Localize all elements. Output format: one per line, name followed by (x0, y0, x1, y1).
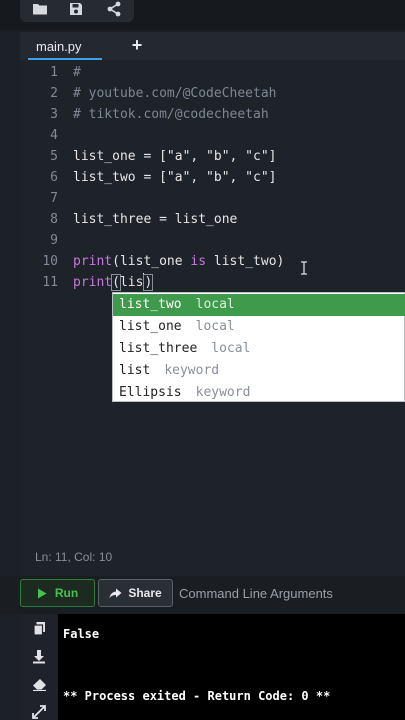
suggestion-type: local (195, 319, 235, 334)
cursor-position-status: Ln: 11, Col: 10 (35, 550, 113, 564)
code-text: (list_one (112, 254, 191, 269)
console-exit-line: ** Process exited - Return Code: 0 ** (63, 689, 331, 703)
line-number: 4 (50, 128, 58, 143)
autocomplete-item[interactable]: list keyword (113, 360, 405, 382)
line-number: 1 (50, 65, 58, 80)
line-number-gutter: 1 2 3 4 5 6 7 8 9 10 11 (20, 60, 64, 575)
add-tab-button[interactable]: + (128, 35, 146, 55)
code-line: list_one = ["a", "b", "c"] (73, 149, 277, 164)
code-line: list_three = list_one (73, 212, 238, 227)
command-line-arguments-input[interactable] (177, 580, 405, 606)
open-paren: ( (111, 274, 121, 291)
code-line-comment: # (73, 65, 81, 80)
run-label: Run (54, 586, 79, 600)
line-number: 8 (50, 212, 58, 227)
suggestion-name: list (119, 363, 151, 378)
run-button[interactable]: Run (20, 579, 95, 607)
line-number: 10 (42, 254, 58, 269)
share-button[interactable]: Share (98, 579, 173, 607)
close-paren: ) (143, 274, 154, 291)
suggestion-name: Ellipsis (119, 385, 182, 400)
top-toolbar (0, 0, 405, 30)
code-line-comment: # youtube.com/@CodeCheetah (73, 86, 277, 101)
console-side-toolbar (20, 614, 58, 720)
line-number: 11 (42, 275, 58, 290)
typed-text: lis (119, 275, 144, 290)
suggestion-type: keyword (195, 385, 251, 400)
autocomplete-item[interactable]: list_two local (113, 294, 405, 316)
line-number: 6 (50, 170, 58, 185)
autocomplete-popup[interactable]: list_two local list_one local list_three lo… (112, 292, 405, 402)
code-line-current: print(lis) (73, 272, 154, 293)
suggestion-name: list_two (119, 297, 182, 312)
action-bar: Run Share (0, 576, 405, 614)
i-beam-cursor-icon (299, 260, 309, 275)
is-keyword: is (190, 254, 207, 269)
expand-icon[interactable] (31, 704, 47, 720)
suggestion-type: keyword (164, 363, 220, 378)
code-line-print-is: print(list_one is list_two) (73, 251, 284, 272)
share-label: Share (128, 586, 162, 600)
play-icon (37, 588, 47, 598)
line-number: 2 (50, 86, 58, 101)
share-arrow-icon (109, 588, 122, 598)
save-icon[interactable] (66, 0, 86, 19)
share-icon[interactable] (104, 0, 124, 19)
file-actions-group (20, 0, 134, 22)
eraser-icon[interactable] (31, 676, 47, 692)
code-text: list_two) (206, 254, 285, 269)
autocomplete-item[interactable]: Ellipsis keyword (113, 382, 405, 402)
copy-icon[interactable] (31, 620, 47, 636)
code-line-comment: # tiktok.com/@codecheetah (73, 107, 269, 122)
tab-main-py[interactable]: main.py (28, 32, 90, 60)
suggestion-name: list_three (119, 341, 198, 356)
console-output[interactable]: False ** Process exited - Return Code: 0… (58, 614, 405, 720)
print-keyword: print (73, 254, 113, 269)
folder-icon[interactable] (30, 0, 50, 19)
console-output-line: False (63, 627, 100, 641)
line-number: 7 (50, 191, 58, 206)
suggestion-type: local (211, 341, 251, 356)
download-icon[interactable] (31, 648, 47, 664)
autocomplete-item[interactable]: list_one local (113, 316, 405, 338)
code-line: list_two = ["a", "b", "c"] (73, 170, 277, 185)
suggestion-type: local (195, 297, 235, 312)
print-keyword: print (73, 275, 113, 290)
line-number: 3 (50, 107, 58, 122)
line-number: 9 (50, 233, 58, 248)
line-number: 5 (50, 149, 58, 164)
autocomplete-item[interactable]: list_three local (113, 338, 405, 360)
tab-bar: main.py + (20, 32, 405, 60)
suggestion-name: list_one (119, 319, 182, 334)
